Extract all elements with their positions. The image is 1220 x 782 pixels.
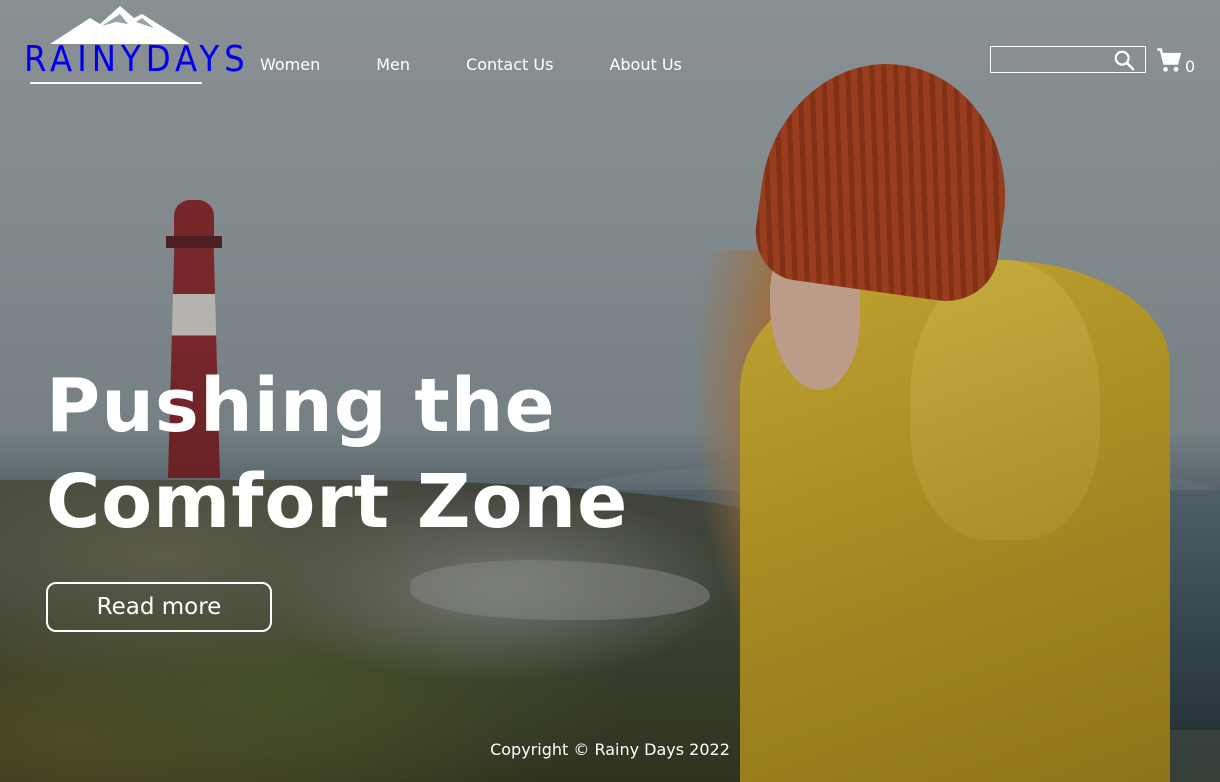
nav-men[interactable]: Men	[376, 55, 410, 74]
logo-text: RAINYDAYS	[24, 39, 250, 80]
nav-contact-us[interactable]: Contact Us	[466, 55, 553, 74]
read-more-button[interactable]: Read more	[46, 582, 272, 632]
logo[interactable]: RAINYDAYS	[24, 4, 250, 86]
headline-line-1: Pushing the	[46, 363, 556, 449]
logo-underline	[30, 82, 202, 84]
search-box	[990, 46, 1146, 73]
search-input[interactable]	[991, 47, 1109, 71]
headline-line-2: Comfort Zone	[46, 459, 629, 545]
cart-icon[interactable]	[1155, 46, 1183, 74]
cart[interactable]: 0	[1155, 46, 1205, 76]
footer-copyright: Copyright © Rainy Days 2022	[490, 740, 730, 759]
mountain-logo-icon	[50, 6, 190, 44]
site-header: RAINYDAYS Women Men Contact Us About Us …	[0, 0, 1220, 110]
nav-women[interactable]: Women	[260, 55, 320, 74]
nav-about-us[interactable]: About Us	[609, 55, 681, 74]
search-icon[interactable]	[1113, 49, 1135, 71]
hero-section: RAINYDAYS Women Men Contact Us About Us …	[0, 0, 1220, 782]
cart-count: 0	[1185, 57, 1196, 76]
hero-headline: Pushing the Comfort Zone	[46, 358, 628, 550]
main-nav: Women Men Contact Us About Us	[260, 55, 738, 74]
